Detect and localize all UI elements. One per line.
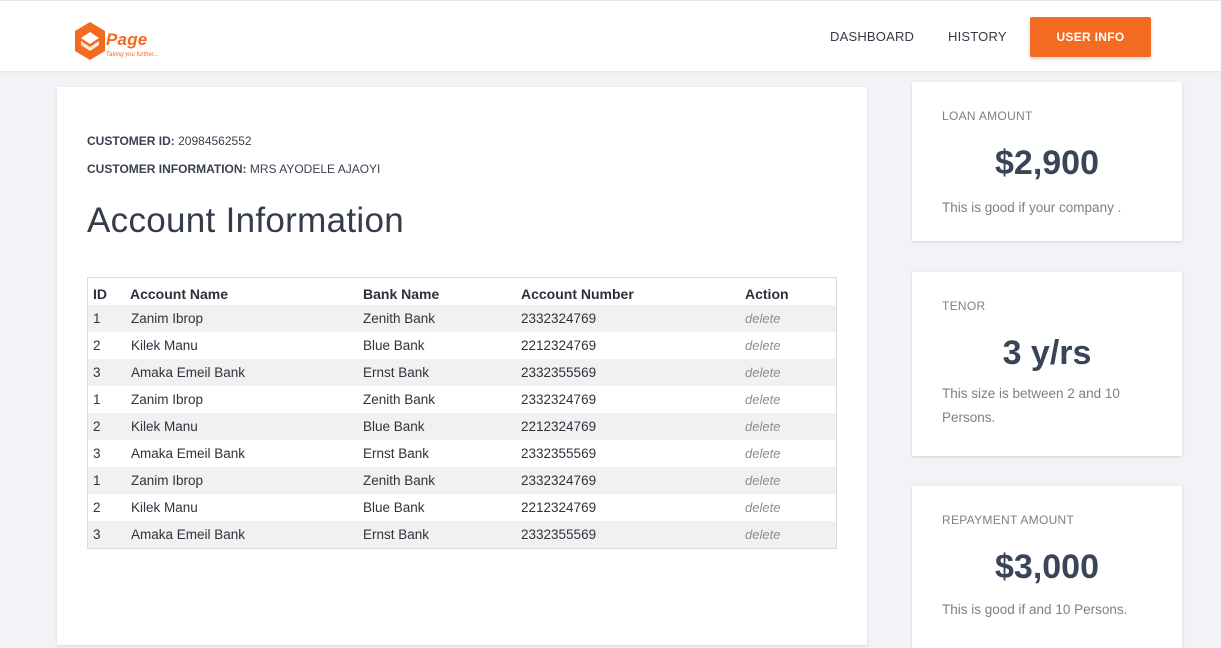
page-title: Account Information [87, 201, 404, 240]
cell-id: 1 [93, 311, 101, 326]
column-header-bank-name: Bank Name [363, 285, 440, 302]
repayment-amount-description: This is good if and 10 Persons. [942, 602, 1128, 617]
table-row: 2 Kilek Manu Blue Bank 2212324769 delete [88, 494, 836, 521]
cell-account-number: 2212324769 [521, 419, 597, 434]
cell-action: delete [743, 386, 836, 413]
table-header-row: ID Account Name Bank Name Account Number… [88, 278, 836, 305]
cell-account-name: Amaka Emeil Bank [131, 365, 246, 380]
delete-link[interactable]: delete [745, 311, 780, 326]
cell-id: 1 [93, 473, 101, 488]
cell-account-number: 2332324769 [521, 311, 597, 326]
tenor-description: This size is between 2 and 10 Persons. [942, 386, 1120, 425]
loan-amount-label: LOAN AMOUNT [942, 109, 1033, 123]
cell-account-name: Amaka Emeil Bank [131, 446, 246, 461]
loan-amount-description: This is good if your company . [942, 200, 1122, 215]
nav-dashboard-link[interactable]: DASHBOARD [830, 29, 914, 44]
repayment-amount-value: $3,000 [995, 548, 1099, 586]
customer-id-label: CUSTOMER ID: [87, 134, 175, 148]
cell-account-name: Kilek Manu [131, 338, 198, 353]
delete-link[interactable]: delete [745, 527, 780, 542]
delete-link[interactable]: delete [745, 419, 780, 434]
cell-bank-name: Zenith Bank [363, 473, 436, 488]
cell-bank-name: Ernst Bank [363, 527, 430, 542]
cell-account-number: 2332324769 [521, 473, 597, 488]
delete-link[interactable]: delete [745, 500, 780, 515]
customer-information-value: MRS AYODELE AJAOYI [249, 162, 381, 176]
brand-tagline: Taking you further... [106, 52, 159, 58]
customer-id-line: CUSTOMER ID: 20984562552 [87, 134, 252, 148]
logo-hexagon-icon [75, 22, 105, 60]
cell-bank-name: Blue Bank [363, 338, 425, 353]
table-row: 2 Kilek Manu Blue Bank 2212324769 delete [88, 413, 836, 440]
account-information-card: CUSTOMER ID: 20984562552 CUSTOMER INFORM… [57, 87, 867, 645]
customer-information-label: CUSTOMER INFORMATION: [87, 162, 247, 176]
cell-id: 2 [93, 419, 101, 434]
cell-account-name: Zanim Ibrop [131, 392, 204, 407]
tenor-card: TENOR 3 y/rs This size is between 2 and … [912, 272, 1182, 456]
cell-account-number: 2332355569 [521, 365, 597, 380]
delete-link[interactable]: delete [745, 365, 780, 380]
table-row: 3 Amaka Emeil Bank Ernst Bank 2332355569 del… [88, 359, 836, 386]
cell-action: delete [743, 494, 836, 521]
cell-account-number: 2332324769 [521, 392, 597, 407]
table-row: 2 Kilek Manu Blue Bank 2212324769 delete [88, 332, 836, 359]
cell-bank-name: Ernst Bank [363, 365, 430, 380]
customer-information-line: CUSTOMER INFORMATION: MRS AYODELE AJAOYI [87, 162, 380, 176]
cell-account-name: Zanim Ibrop [131, 473, 204, 488]
cell-bank-name: Ernst Bank [363, 446, 430, 461]
cell-account-number: 2212324769 [521, 500, 597, 515]
customer-id-value: 20984562552 [178, 134, 252, 148]
cell-account-name: Kilek Manu [131, 500, 198, 515]
tenor-value: 3 y/rs [1002, 334, 1092, 372]
cell-account-number: 2332355569 [521, 446, 597, 461]
top-navigation-bar: Page Taking you further... DASHBOARD HIS… [0, 0, 1221, 71]
column-header-id: ID [93, 285, 107, 302]
column-header-account-name: Account Name [130, 285, 229, 302]
cell-id: 3 [93, 527, 101, 542]
table-row: 3 Amaka Emeil Bank Ernst Bank 2332355569 del… [88, 521, 836, 548]
brand-name: Page [106, 30, 148, 49]
delete-link[interactable]: delete [745, 338, 780, 353]
table-body: 1 Zanim Ibrop Zenith Bank 2332324769 delete 2… [88, 305, 836, 548]
cell-account-name: Amaka Emeil Bank [131, 527, 246, 542]
cell-id: 1 [93, 392, 101, 407]
delete-link[interactable]: delete [745, 446, 780, 461]
delete-link[interactable]: delete [745, 392, 780, 407]
cell-action: delete [743, 467, 836, 494]
repayment-amount-card: REPAYMENT AMOUNT $3,000 This is good if … [912, 486, 1182, 648]
loan-amount-value: $2,900 [995, 144, 1099, 182]
accounts-table: ID Account Name Bank Name Account Number… [87, 277, 837, 549]
cell-id: 2 [93, 338, 101, 353]
cell-id: 3 [93, 446, 101, 461]
brand-logo[interactable]: Page Taking you further... [73, 21, 183, 63]
tenor-label: TENOR [942, 299, 986, 313]
cell-action: delete [743, 413, 836, 440]
cell-action: delete [743, 332, 836, 359]
table-row: 1 Zanim Ibrop Zenith Bank 2332324769 delete [88, 386, 836, 413]
cell-account-number: 2212324769 [521, 338, 597, 353]
cell-account-number: 2332355569 [521, 527, 597, 542]
cell-bank-name: Blue Bank [363, 500, 425, 515]
cell-bank-name: Blue Bank [363, 419, 425, 434]
cell-action: delete [743, 305, 836, 332]
cell-action: delete [743, 440, 836, 467]
repayment-amount-label: REPAYMENT AMOUNT [942, 513, 1075, 527]
cell-id: 2 [93, 500, 101, 515]
delete-link[interactable]: delete [745, 473, 780, 488]
cell-account-name: Kilek Manu [131, 419, 198, 434]
cell-action: delete [743, 359, 836, 386]
loan-amount-card: LOAN AMOUNT $2,900 This is good if your … [912, 82, 1182, 241]
cell-id: 3 [93, 365, 101, 380]
table-row: 3 Amaka Emeil Bank Ernst Bank 2332355569 del… [88, 440, 836, 467]
cell-bank-name: Zenith Bank [363, 392, 436, 407]
cell-bank-name: Zenith Bank [363, 311, 436, 326]
column-header-account-number: Account Number [521, 285, 634, 302]
column-header-action: Action [745, 285, 789, 302]
nav-user-info-button[interactable]: USER INFO [1030, 17, 1151, 57]
table-row: 1 Zanim Ibrop Zenith Bank 2332324769 delete [88, 305, 836, 332]
table-row: 1 Zanim Ibrop Zenith Bank 2332324769 delete [88, 467, 836, 494]
nav-history-link[interactable]: HISTORY [948, 29, 1007, 44]
cell-account-name: Zanim Ibrop [131, 311, 204, 326]
cell-action: delete [743, 521, 836, 548]
